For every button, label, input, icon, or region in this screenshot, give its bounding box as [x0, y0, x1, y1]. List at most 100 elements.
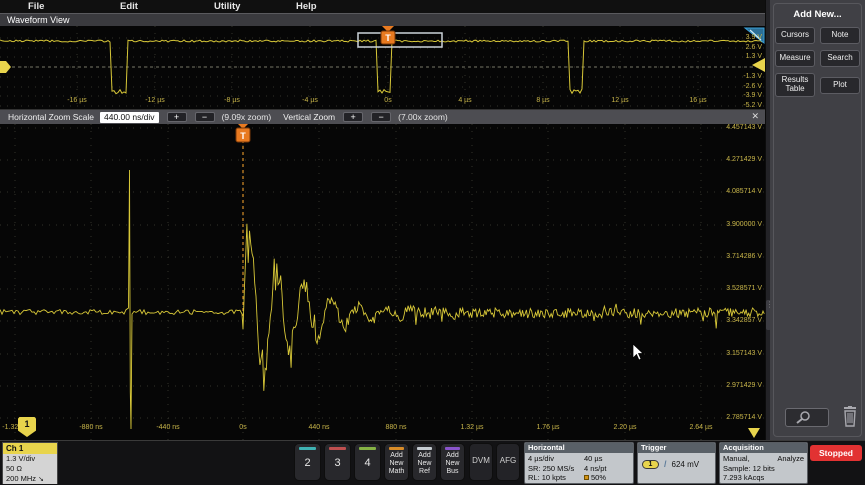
axis-label: 12 µs [611, 97, 629, 104]
v-zoom-label: Vertical Zoom [283, 112, 336, 122]
h-zoom-decrease-button[interactable]: − [194, 112, 215, 122]
h-zoom-scale-label: Horizontal Zoom Scale [8, 112, 94, 122]
v-zoom-decrease-button[interactable]: − [371, 112, 392, 122]
axis-label: 2.64 µs [689, 424, 713, 431]
axis-label: -440 ns [156, 424, 180, 431]
axis-label: 3.900000 V [726, 221, 762, 228]
axis-label: -2.6 V [743, 83, 762, 90]
acquisition-mode: Manual, [723, 454, 750, 463]
sidebar-tools [777, 406, 865, 430]
results-table-button[interactable]: Results Table [775, 73, 815, 97]
plot-button[interactable]: Plot [820, 76, 860, 94]
h-zoom-increase-button[interactable]: + [166, 112, 187, 122]
axis-label: 4.271429 V [726, 156, 762, 163]
axis-label: 16 µs [689, 97, 707, 104]
trigger-source-badge: 1 [642, 459, 659, 469]
add-new-math-button[interactable]: Add New Math [384, 443, 409, 481]
axis-label: 8 µs [536, 97, 550, 104]
channel-1-badge[interactable]: Ch 1 1.3 V/div 50 Ω 200 MHz [2, 442, 58, 484]
acquisition-settings-panel[interactable]: Acquisition Manual, Analyze Sample: 12 b… [719, 442, 808, 484]
trigger-settings-panel[interactable]: Trigger 1 / 624 mV [637, 442, 716, 484]
horizontal-record-length: RL: 10 kpts [528, 473, 566, 482]
measure-button[interactable]: Measure [775, 50, 815, 67]
waveform-view-title: Waveform View [0, 13, 765, 26]
dvm-button[interactable]: DVM [469, 443, 493, 481]
trigger-panel-title: Trigger [638, 443, 715, 453]
channel-2-color-stripe [299, 447, 316, 450]
overview-plot[interactable]: T -16 µs -12 µs -8 µs -4 µs 0s 4 µs 8 µs 12 µs 1… [0, 26, 765, 110]
zoom-scale-bar: Horizontal Zoom Scale 440.00 ns/div + − … [0, 110, 765, 124]
channel-1-impedance: 50 Ω [6, 464, 23, 473]
horizontal-settings-panel[interactable]: Horizontal 4 µs/div 40 µs SR: 250 MS/s 4… [524, 442, 634, 484]
horizontal-panel-title: Horizontal [525, 443, 633, 453]
afg-button[interactable]: AFG [496, 443, 520, 481]
axis-label: 3.528571 V [726, 285, 762, 292]
axis-label: 4.085714 V [726, 188, 762, 195]
h-zoom-scale-value[interactable]: 440.00 ns/div [99, 111, 159, 123]
v-zoom-increase-button[interactable]: + [343, 112, 364, 122]
svg-text:T: T [240, 131, 246, 141]
add-new-bus-button[interactable]: Add New Bus [440, 443, 465, 481]
axis-label: -16 µs [67, 97, 87, 104]
axis-label: -5.2 V [743, 102, 762, 109]
horizontal-window: 40 µs [584, 454, 603, 463]
zoom-overview-button[interactable] [785, 408, 829, 427]
h-zoom-factor: (9.09x zoom) [221, 112, 272, 122]
axis-label: -1.3 V [743, 73, 762, 80]
acquisition-analyze: Analyze [777, 454, 804, 463]
channel-2-button[interactable]: 2 [294, 443, 321, 481]
bus-color-stripe [445, 447, 460, 450]
axis-label: 0s [239, 424, 247, 431]
add-new-ref-button[interactable]: Add New Ref [412, 443, 437, 481]
acquisition-panel-title: Acquisition [720, 443, 807, 453]
trash-icon[interactable] [841, 406, 859, 428]
magnifier-icon [796, 411, 810, 424]
main-waveform-canvas[interactable]: T [0, 124, 765, 440]
main-zoom-plot[interactable]: T 1 -1.32 µs -880 ns -440 ns 0s 440 ns 880 ns… [0, 124, 765, 440]
search-button[interactable]: Search [820, 50, 860, 67]
acquisition-sample: Sample: 12 bits [723, 463, 775, 473]
note-button[interactable]: Note [820, 27, 860, 44]
axis-label: 2.20 µs [613, 424, 637, 431]
axis-label: 1.32 µs [460, 424, 484, 431]
menu-edit[interactable]: Edit [120, 0, 138, 13]
channel-3-button[interactable]: 3 [324, 443, 351, 481]
acquisition-count: 7.293 kAcqs [723, 473, 765, 482]
axis-label: 3.714286 V [726, 253, 762, 260]
channel-2-number: 2 [304, 457, 311, 469]
axis-label: -880 ns [79, 424, 103, 431]
channel-3-color-stripe [329, 447, 346, 450]
axis-label: 3.342857 V [726, 317, 762, 324]
ref-color-stripe [417, 447, 432, 450]
v-zoom-factor: (7.00x zoom) [398, 112, 448, 122]
math-color-stripe [389, 447, 404, 450]
cursors-button[interactable]: Cursors [775, 27, 815, 44]
horizontal-position: 50% [584, 473, 630, 483]
horizontal-scale: 4 µs/div [528, 454, 554, 463]
channel-4-button[interactable]: 4 [354, 443, 381, 481]
close-zoom-view-icon[interactable]: ✕ [751, 111, 759, 122]
axis-label: 440 ns [308, 424, 330, 431]
menu-help[interactable]: Help [296, 0, 317, 13]
run-stop-status-button[interactable]: Stopped [810, 445, 862, 461]
axis-label: 3.9 V [745, 34, 762, 41]
channel-4-color-stripe [359, 447, 376, 450]
axis-label: 4.457143 V [726, 124, 762, 131]
axis-label: 1.3 V [745, 53, 762, 60]
trigger-level: 624 mV [671, 459, 700, 469]
axis-label: -4 µs [302, 97, 318, 104]
menu-file[interactable]: File [28, 0, 44, 13]
channel-4-number: 4 [364, 457, 371, 469]
oscilloscope-app: File Edit Utility Help Waveform View T -… [0, 0, 865, 485]
axis-label: 1.76 µs [536, 424, 560, 431]
channel-1-scale: 1.3 V/div [6, 454, 36, 463]
menu-bar: File Edit Utility Help [0, 0, 765, 13]
add-new-panel: Add New... Cursors Note Measure Search R… [773, 3, 862, 437]
bottom-bar: Ch 1 1.3 V/div 50 Ω 200 MHz 2 3 4 Add Ne… [0, 440, 865, 485]
rising-edge-icon: / [664, 459, 667, 469]
axis-label: -12 µs [145, 97, 165, 104]
overview-waveform-canvas[interactable]: T [0, 26, 765, 110]
horizontal-sample-rate: SR: 250 MS/s [528, 463, 575, 473]
menu-utility[interactable]: Utility [214, 0, 240, 13]
svg-text:T: T [385, 33, 391, 43]
